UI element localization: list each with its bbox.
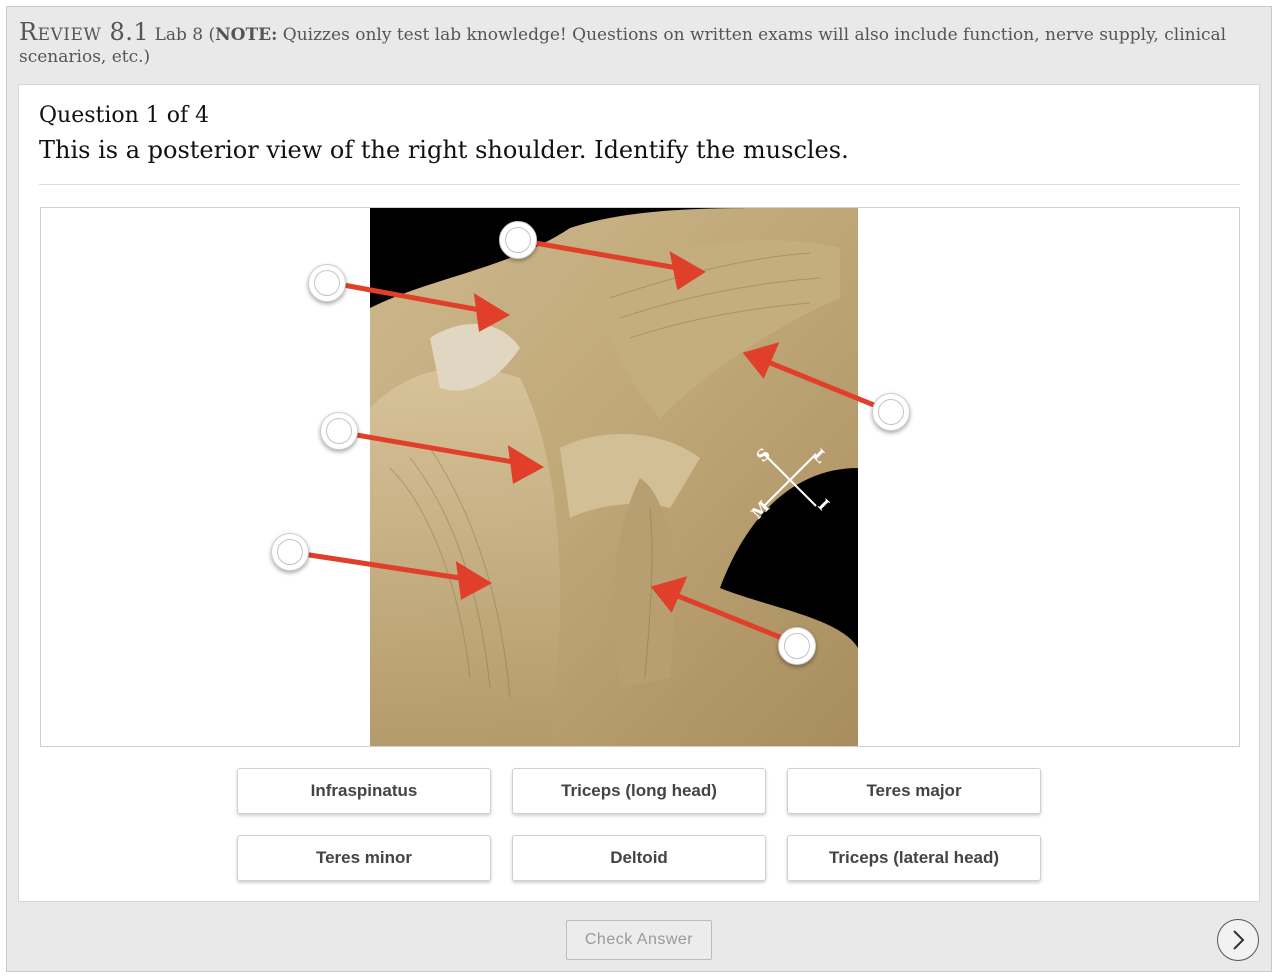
label-target-4[interactable] xyxy=(320,412,358,450)
arrow-6 xyxy=(670,591,800,647)
arrow-3 xyxy=(760,357,894,415)
arrow-5 xyxy=(287,549,476,583)
divider xyxy=(39,184,1240,185)
arrow-4-head xyxy=(507,445,545,484)
answer-deltoid[interactable]: Deltoid xyxy=(512,835,766,881)
check-answer-button[interactable]: Check Answer xyxy=(566,920,712,960)
quiz-window: Review 8.1 Lab 8 (NOTE: Quizzes only tes… xyxy=(6,6,1272,972)
lab-label: Lab 8 xyxy=(154,25,204,45)
question-card: Question 1 of 4 This is a posterior view… xyxy=(18,84,1260,902)
arrow-4 xyxy=(336,429,528,467)
label-target-1[interactable] xyxy=(499,221,537,259)
review-header: Review 8.1 Lab 8 (NOTE: Quizzes only tes… xyxy=(19,18,1227,67)
answer-teres-minor[interactable]: Teres minor xyxy=(237,835,491,881)
arrow-2-head xyxy=(473,293,511,332)
note-label: NOTE: xyxy=(215,25,278,45)
review-label: Review 8.1 xyxy=(19,18,150,46)
label-target-2[interactable] xyxy=(308,264,346,302)
chevron-right-icon xyxy=(1233,930,1245,950)
answer-triceps-long-head[interactable]: Triceps (long head) xyxy=(512,768,766,814)
question-counter: Question 1 of 4 xyxy=(39,103,210,128)
label-arrows xyxy=(287,237,894,647)
answer-teres-major[interactable]: Teres major xyxy=(787,768,1041,814)
arrow-2 xyxy=(324,279,494,315)
label-target-3[interactable] xyxy=(872,393,910,431)
arrow-1 xyxy=(515,237,692,273)
answer-infraspinatus[interactable]: Infraspinatus xyxy=(237,768,491,814)
label-target-6[interactable] xyxy=(778,627,816,665)
image-frame: S L M I xyxy=(40,207,1240,747)
arrow-1-head xyxy=(669,251,706,291)
label-target-5[interactable] xyxy=(271,533,309,571)
arrow-3-head xyxy=(742,342,780,379)
answer-triceps-lateral-head[interactable]: Triceps (lateral head) xyxy=(787,835,1041,881)
question-prompt: This is a posterior view of the right sh… xyxy=(39,136,849,164)
arrow-6-head xyxy=(650,576,688,613)
next-button[interactable] xyxy=(1217,919,1259,961)
arrow-5-head xyxy=(455,561,493,600)
